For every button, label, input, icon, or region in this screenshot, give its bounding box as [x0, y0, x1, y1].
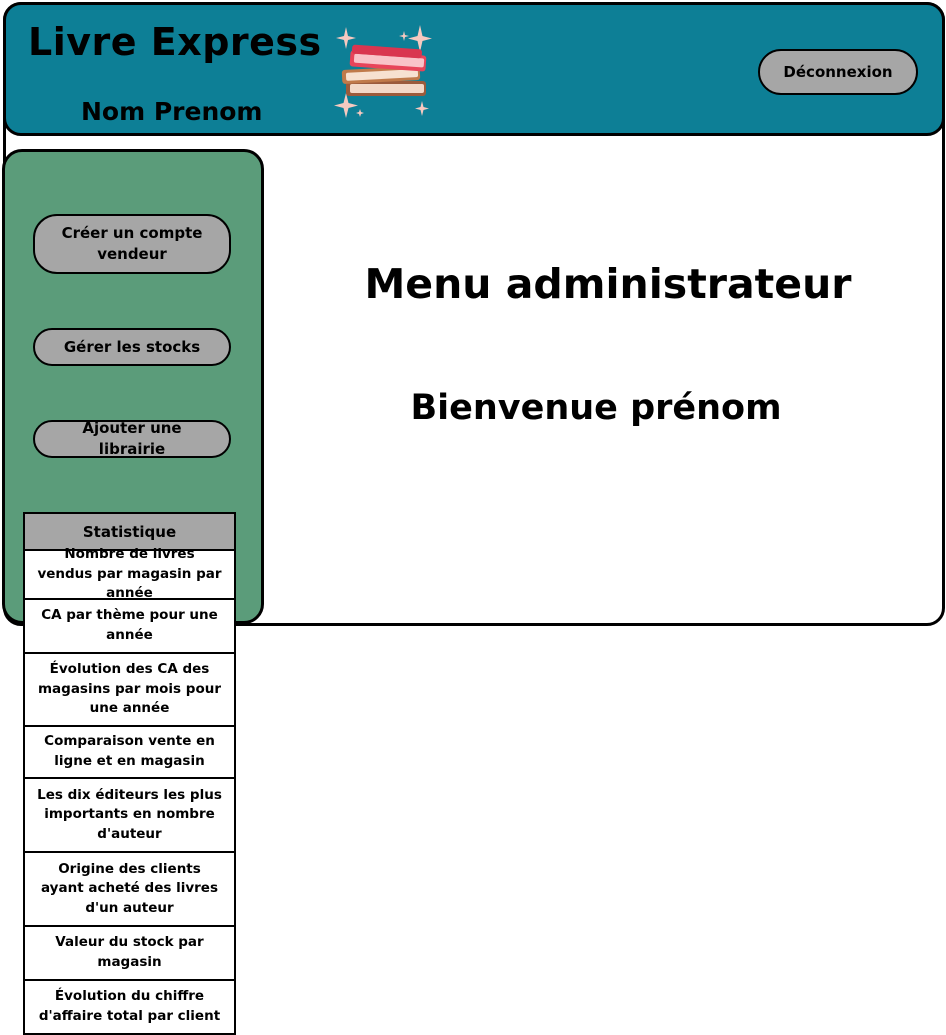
logout-button[interactable]: Déconnexion [758, 49, 918, 95]
manage-stock-button[interactable]: Gérer les stocks [33, 328, 231, 366]
page-title: Menu administrateur [364, 260, 852, 308]
stat-client-origin[interactable]: Origine des clients ayant acheté des liv… [25, 853, 234, 927]
stat-store-revenue-evolution[interactable]: Évolution des CA des magasins par mois p… [25, 654, 234, 727]
stat-books-sold-per-store[interactable]: Nombre de livres vendus par magasin par … [25, 546, 234, 601]
add-bookstore-button[interactable]: Ajouter une librairie [33, 419, 231, 458]
app-header: Livre Express Nom Prenom Déconnexion [3, 2, 945, 136]
stat-top-publishers[interactable]: Les dix éditeurs les plus importants en … [25, 779, 234, 853]
stacked-books-icon [334, 25, 432, 118]
statistics-menu: Statistique Nombre de livres vendus par … [23, 512, 236, 1035]
stat-revenue-by-theme[interactable]: CA par thème pour une année [25, 600, 234, 654]
create-seller-account-button[interactable]: Créer un compte vendeur [33, 214, 231, 274]
stat-stock-value[interactable]: Valeur du stock par magasin [25, 927, 234, 981]
app-title: Livre Express [28, 20, 322, 64]
welcome-message: Bienvenue prénom [410, 388, 782, 428]
user-name: Nom Prenom [81, 97, 263, 126]
stat-revenue-per-client[interactable]: Évolution du chiffre d'affaire total par… [25, 981, 234, 1033]
stat-online-vs-store[interactable]: Comparaison vente en ligne et en magasin [25, 727, 234, 779]
